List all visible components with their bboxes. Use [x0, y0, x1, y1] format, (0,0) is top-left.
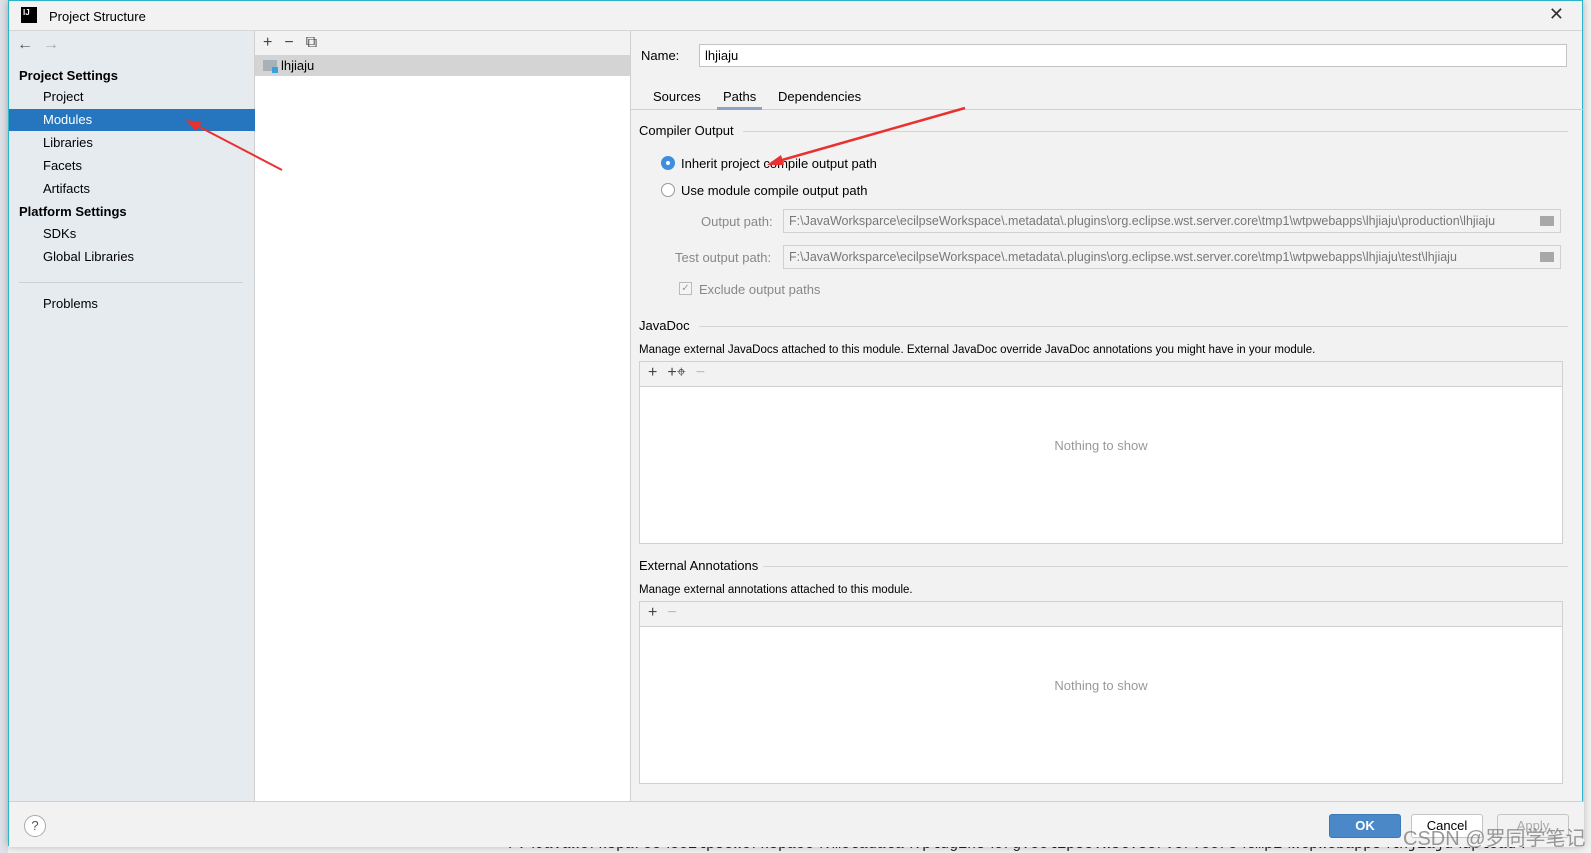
sidebar-item-modules[interactable]: Modules	[9, 109, 255, 131]
folder-browse-icon[interactable]	[1540, 252, 1554, 262]
dialog-footer: ? OK Cancel Apply	[9, 801, 1584, 847]
use-module-radio[interactable]	[661, 183, 675, 197]
background-window-edge	[0, 0, 8, 853]
sidebar-divider	[19, 282, 243, 283]
group-divider	[699, 326, 1568, 327]
javadoc-heading: JavaDoc	[639, 318, 690, 333]
sidebar-item-artifacts[interactable]: Artifacts	[9, 178, 255, 200]
group-divider	[763, 566, 1568, 567]
title-bar: IJ Project Structure ✕	[9, 1, 1582, 31]
csdn-watermark: CSDN @罗同学笔记	[1403, 828, 1586, 850]
sidebar-item-problems[interactable]: Problems	[9, 293, 255, 315]
back-arrow-icon[interactable]: ←	[17, 36, 33, 53]
module-toolbar: + − ⧉	[255, 31, 630, 55]
tab-paths[interactable]: Paths	[717, 89, 763, 110]
module-row[interactable]: lhjiaju	[255, 55, 630, 76]
tab-bar: Sources Paths Dependencies	[631, 86, 1584, 110]
help-button[interactable]: ?	[24, 815, 46, 837]
test-output-path-value: F:\JavaWorksparce\ecilpseWorkspace\.meta…	[789, 250, 1457, 264]
project-structure-dialog: IJ Project Structure ✕ ← → Project Settin…	[8, 0, 1584, 847]
annotations-description: Manage external annotations attached to …	[639, 584, 913, 596]
sidebar-item-facets[interactable]: Facets	[9, 155, 255, 177]
inherit-label[interactable]: Inherit project compile output path	[681, 156, 877, 171]
ok-button[interactable]: OK	[1329, 814, 1401, 838]
sidebar-item-project[interactable]: Project	[9, 86, 255, 108]
output-path-field[interactable]: F:\JavaWorksparce\ecilpseWorkspace\.meta…	[783, 209, 1561, 233]
javadoc-panel: + +⌖ − Nothing to show	[639, 361, 1563, 544]
module-name: lhjiaju	[281, 58, 315, 73]
add-icon[interactable]: +	[648, 364, 657, 381]
add-url-icon[interactable]: +⌖	[667, 364, 685, 381]
javadoc-empty-text: Nothing to show	[1054, 438, 1148, 453]
sidebar-item-global-libraries[interactable]: Global Libraries	[9, 246, 255, 268]
name-input[interactable]: lhjiaju	[699, 44, 1567, 67]
module-list: + − ⧉ lhjiaju	[255, 31, 631, 801]
name-label: Name:	[641, 48, 680, 63]
javadoc-description: Manage external JavaDocs attached to thi…	[639, 344, 1316, 356]
project-settings-heading: Project Settings	[19, 68, 118, 83]
remove-icon[interactable]: −	[284, 34, 293, 51]
tab-sources[interactable]: Sources	[647, 89, 707, 110]
window-title: Project Structure	[49, 9, 146, 24]
close-icon[interactable]: ✕	[1549, 4, 1564, 25]
test-output-path-field[interactable]: F:\JavaWorksparce\ecilpseWorkspace\.meta…	[783, 245, 1561, 269]
tab-dependencies[interactable]: Dependencies	[772, 89, 867, 110]
inherit-radio[interactable]	[661, 156, 675, 170]
add-icon[interactable]: +	[263, 34, 272, 51]
remove-icon[interactable]: −	[667, 604, 676, 621]
platform-settings-heading: Platform Settings	[19, 204, 127, 219]
output-path-label: Output path:	[701, 214, 773, 229]
intellij-icon: IJ	[21, 7, 37, 23]
annotations-panel: + − Nothing to show	[639, 601, 1563, 784]
add-icon[interactable]: +	[648, 604, 657, 621]
test-output-path-label: Test output path:	[675, 250, 772, 265]
sidebar-item-libraries[interactable]: Libraries	[9, 132, 255, 154]
compiler-output-heading: Compiler Output	[639, 123, 734, 138]
module-folder-icon	[263, 60, 278, 73]
external-annotations-heading: External Annotations	[639, 558, 759, 573]
folder-browse-icon[interactable]	[1540, 216, 1554, 226]
use-module-label[interactable]: Use module compile output path	[681, 183, 867, 198]
output-path-value: F:\JavaWorksparce\ecilpseWorkspace\.meta…	[789, 214, 1496, 228]
copy-icon[interactable]: ⧉	[306, 34, 317, 51]
module-detail-pane: Name: lhjiaju Sources Paths Dependencies…	[631, 31, 1584, 801]
settings-sidebar: ← → Project Settings Project Modules Libr…	[9, 31, 255, 801]
group-divider	[743, 131, 1568, 132]
sidebar-item-sdks[interactable]: SDKs	[9, 223, 255, 245]
forward-arrow-icon[interactable]: →	[43, 36, 59, 53]
exclude-output-checkbox[interactable]: ✓	[679, 282, 692, 295]
remove-icon[interactable]: −	[696, 364, 705, 381]
annotations-empty-text: Nothing to show	[1054, 678, 1148, 693]
exclude-output-label: Exclude output paths	[699, 282, 821, 297]
